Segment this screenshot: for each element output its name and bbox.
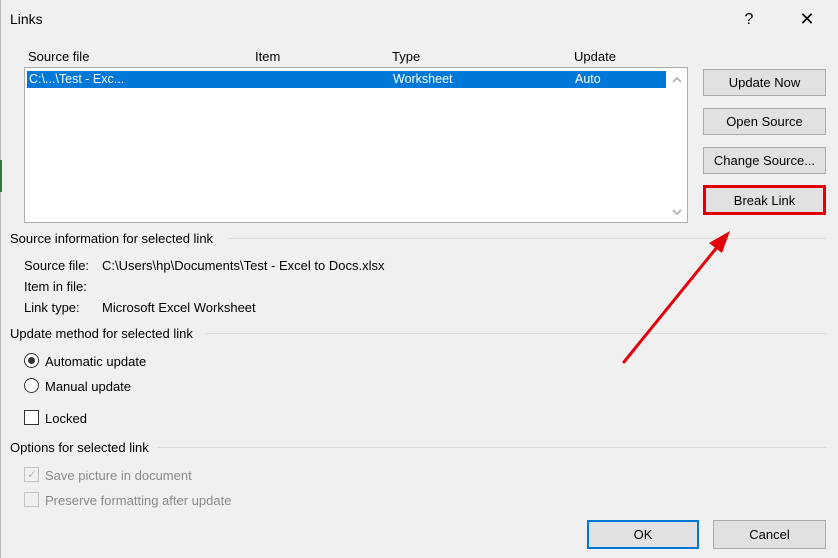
annotation-arrow-icon — [622, 231, 730, 364]
